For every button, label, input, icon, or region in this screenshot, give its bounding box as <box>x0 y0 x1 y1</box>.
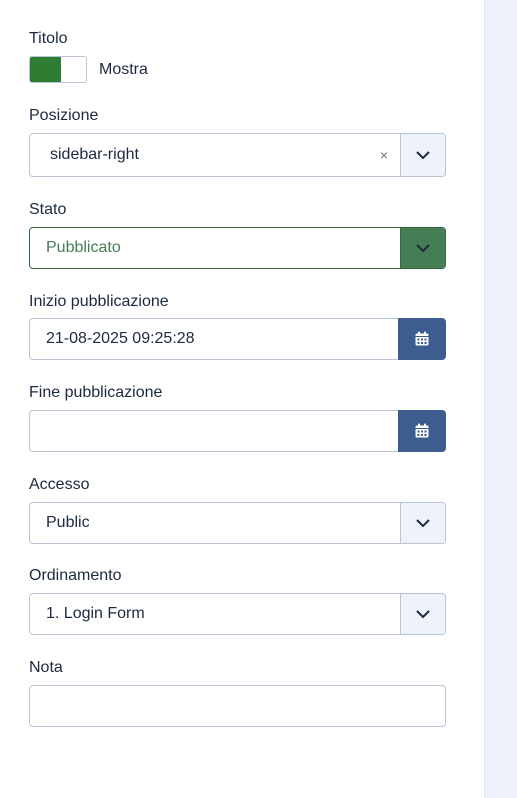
position-label: Posizione <box>29 107 99 124</box>
title-label: Titolo <box>29 30 68 47</box>
note-label: Nota <box>29 659 63 676</box>
calendar-icon <box>415 331 429 346</box>
access-value: Public <box>46 514 90 531</box>
toggle-on-indicator <box>30 57 61 82</box>
ordering-label: Ordinamento <box>29 567 122 584</box>
publish-up-calendar-button[interactable] <box>398 318 446 360</box>
ordering-dropdown-button[interactable] <box>400 594 445 634</box>
access-select[interactable]: Public <box>29 502 446 544</box>
ordering-select[interactable]: 1. Login Form <box>29 593 446 635</box>
publish-down-label: Fine pubblicazione <box>29 384 163 401</box>
publish-up-value: 21-08-2025 09:25:28 <box>46 330 195 347</box>
state-select[interactable]: Pubblicato <box>29 227 446 269</box>
position-value: sidebar-right <box>50 146 139 163</box>
chevron-down-icon <box>416 610 430 619</box>
access-label: Accesso <box>29 476 90 493</box>
note-input[interactable] <box>29 685 446 727</box>
position-dropdown-button[interactable] <box>400 134 445 176</box>
state-value: Pubblicato <box>46 239 121 256</box>
publish-down-calendar-button[interactable] <box>398 410 446 452</box>
chevron-down-icon <box>416 244 430 253</box>
access-dropdown-button[interactable] <box>400 503 445 543</box>
publish-up-label: Inizio pubblicazione <box>29 293 169 310</box>
title-show-toggle[interactable] <box>29 56 87 83</box>
ordering-value: 1. Login Form <box>46 605 145 622</box>
title-toggle-label: Mostra <box>99 61 148 78</box>
clear-icon[interactable]: × <box>380 148 388 162</box>
state-dropdown-button[interactable] <box>400 228 445 268</box>
publish-down-input[interactable] <box>29 410 399 452</box>
side-panel-background <box>484 0 517 798</box>
state-label: Stato <box>29 201 67 218</box>
chevron-down-icon <box>416 151 430 160</box>
publish-up-input[interactable]: 21-08-2025 09:25:28 <box>29 318 399 360</box>
calendar-icon <box>415 423 429 438</box>
chevron-down-icon <box>416 519 430 528</box>
position-select[interactable]: sidebar-right × <box>29 133 446 177</box>
